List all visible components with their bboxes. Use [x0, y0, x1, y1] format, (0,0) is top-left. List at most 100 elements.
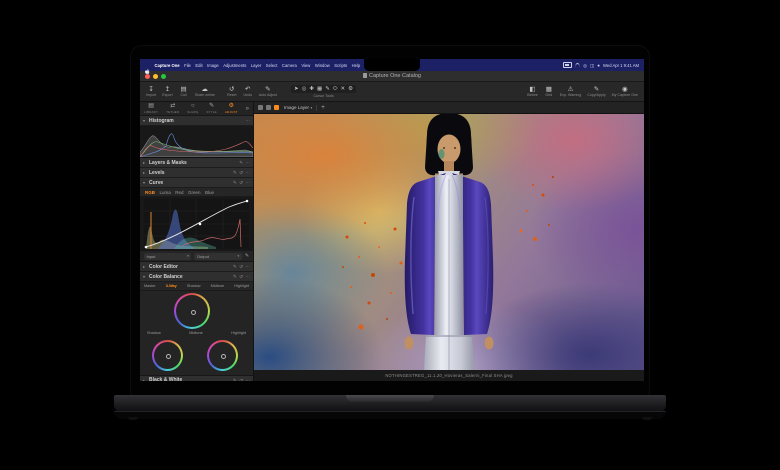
reset-icon[interactable]: ↺: [239, 264, 243, 269]
collapse-icon[interactable]: ▸: [143, 264, 147, 269]
curve-tab-blue[interactable]: Blue: [205, 190, 214, 195]
collapse-icon[interactable]: ▸: [143, 160, 147, 165]
more-icon[interactable]: ⋯: [246, 118, 251, 123]
menu-window[interactable]: Window: [314, 63, 331, 68]
curve-tab-green[interactable]: Green: [188, 190, 201, 195]
pan-tool-icon[interactable]: ✚: [309, 86, 314, 93]
more-icon[interactable]: ⋯: [246, 378, 251, 382]
more-icon[interactable]: ⋯: [246, 264, 251, 269]
more-icon[interactable]: ⋯: [246, 180, 251, 185]
pen-icon[interactable]: ✎: [233, 180, 237, 185]
color-editor-header[interactable]: ▸ Color Editor ✎ ↺ ⋯: [140, 262, 253, 272]
curve-tab-red[interactable]: Red: [175, 190, 183, 195]
curve-output-dropdown[interactable]: Output ▾: [194, 252, 242, 260]
pen-icon[interactable]: ✎: [233, 264, 237, 269]
add-layer-button[interactable]: +: [321, 105, 325, 111]
apple-icon[interactable]: [145, 62, 150, 74]
collapse-icon[interactable]: ▾: [143, 180, 147, 185]
menu-select[interactable]: Select: [265, 63, 279, 68]
curve-graph[interactable]: [140, 197, 253, 251]
grid-button[interactable]: ▦ Grid: [544, 86, 554, 98]
settings-tool-icon[interactable]: ⚙: [348, 86, 353, 93]
reset-icon[interactable]: ↺: [239, 170, 243, 175]
curve-picker-icon[interactable]: ✎: [245, 253, 249, 259]
tab-adjust[interactable]: ⚙ ADJUST: [225, 103, 238, 114]
more-tabs-icon[interactable]: »: [246, 106, 249, 112]
tab-library[interactable]: ▤ LIBRARY: [144, 103, 158, 114]
compare-view-icon[interactable]: [266, 105, 271, 110]
cb-tab-midtone[interactable]: Midtone: [211, 284, 225, 288]
menu-capture-one[interactable]: Capture One: [154, 63, 181, 68]
shadow-color-wheel[interactable]: [152, 340, 183, 371]
pen-icon[interactable]: ✎: [239, 160, 243, 165]
photo-canvas[interactable]: [254, 114, 644, 370]
curve-input-dropdown[interactable]: Input ▾: [144, 252, 192, 260]
my-capture-one-button[interactable]: ◉ My Capture One: [612, 86, 638, 98]
heal-tool-icon[interactable]: ⬭: [333, 86, 338, 93]
menu-scripts[interactable]: Scripts: [333, 63, 348, 68]
pen-icon[interactable]: ✎: [233, 170, 237, 175]
cull-button[interactable]: ▤ Cull: [179, 86, 189, 98]
erase-tool-icon[interactable]: ✕: [341, 86, 346, 93]
tab-shape[interactable]: ○ SHAPE: [187, 103, 198, 114]
import-button[interactable]: ↧ Import: [146, 86, 156, 98]
menu-adjustments[interactable]: Adjustments: [222, 63, 247, 68]
auto-adjust-button[interactable]: ✎ Auto Adjust: [259, 86, 277, 98]
curve-header[interactable]: ▾ Curve ✎ ↺ ⋯: [140, 178, 253, 188]
reset-button[interactable]: ↺ Reset: [227, 86, 237, 98]
collapse-icon[interactable]: ▾: [143, 274, 147, 279]
collapse-icon[interactable]: ▾: [143, 118, 147, 123]
tab-tether[interactable]: ⇄ TETHER: [166, 103, 179, 114]
zoom-button[interactable]: [161, 73, 166, 79]
exposure-warning-button[interactable]: ⚠ Exp. Warning: [560, 86, 581, 98]
menu-image[interactable]: Image: [206, 63, 220, 68]
draw-mask-tool-icon[interactable]: ✎: [325, 86, 330, 93]
menu-view[interactable]: View: [300, 63, 311, 68]
levels-header[interactable]: ▸ Levels ✎ ↺ ⋯: [140, 168, 253, 178]
tab-style[interactable]: ✎ STYLE: [206, 103, 217, 114]
highlight-color-wheel[interactable]: [207, 340, 238, 371]
more-icon[interactable]: ⋯: [246, 274, 251, 279]
crop-tool-icon[interactable]: ▦: [317, 86, 322, 93]
pointer-tool-icon[interactable]: ➤: [294, 86, 299, 93]
reset-icon[interactable]: ↺: [239, 378, 243, 382]
siri-icon[interactable]: ●: [597, 63, 600, 68]
cb-tab-highlight[interactable]: Highlight: [234, 284, 249, 288]
pen-icon[interactable]: ✎: [233, 378, 237, 382]
before-button[interactable]: ◧ Before: [527, 86, 538, 98]
search-icon[interactable]: ◎: [583, 63, 587, 68]
pen-icon[interactable]: ✎: [233, 274, 237, 279]
more-icon[interactable]: ⋯: [246, 170, 251, 175]
reset-icon[interactable]: ↺: [239, 180, 243, 185]
layers-masks-header[interactable]: ▸ Layers & Masks ✎ ⋯: [140, 158, 253, 168]
menubar-clock[interactable]: Wed Apr 1 9:41 AM: [603, 63, 639, 68]
menu-edit[interactable]: Edit: [194, 63, 203, 68]
cb-tab-master[interactable]: Master: [144, 284, 156, 288]
minimize-button[interactable]: [153, 73, 158, 79]
menu-file[interactable]: File: [183, 63, 192, 68]
proof-view-icon[interactable]: [258, 105, 263, 110]
collapse-icon[interactable]: ▸: [143, 378, 147, 382]
curve-tab-luma[interactable]: Luma: [160, 190, 171, 195]
curve-tab-rgb[interactable]: RGB: [145, 190, 155, 195]
wifi-icon[interactable]: [575, 62, 581, 68]
layer-color-icon[interactable]: [274, 105, 279, 110]
layer-dropdown[interactable]: Image Layer ▾: [284, 105, 312, 110]
color-balance-header[interactable]: ▾ Color Balance ✎ ↺ ⋯: [140, 272, 253, 282]
cb-tab-3way[interactable]: 3-Way: [166, 284, 177, 288]
battery-icon[interactable]: [563, 62, 573, 68]
share-online-button[interactable]: ☁ Share online: [195, 86, 215, 98]
export-button[interactable]: ↥ Export: [162, 86, 172, 98]
collapse-icon[interactable]: ▸: [143, 170, 147, 175]
cb-tab-shadow[interactable]: Shadow: [187, 284, 201, 288]
menu-layer[interactable]: Layer: [250, 63, 262, 68]
histogram-header[interactable]: ▾ Histogram ⋯: [140, 116, 253, 126]
more-icon[interactable]: ⋯: [246, 160, 251, 165]
black-white-header[interactable]: ▸ Black & White ✎ ↺ ⋯: [140, 376, 253, 381]
loupe-tool-icon[interactable]: ◎: [302, 86, 307, 93]
reset-icon[interactable]: ↺: [239, 274, 243, 279]
midtone-color-wheel[interactable]: [174, 293, 210, 329]
copy-apply-button[interactable]: ✎ Copy/Apply: [587, 86, 605, 98]
undo-button[interactable]: ↶ Undo: [243, 86, 253, 98]
control-center-icon[interactable]: ◫: [590, 63, 594, 68]
